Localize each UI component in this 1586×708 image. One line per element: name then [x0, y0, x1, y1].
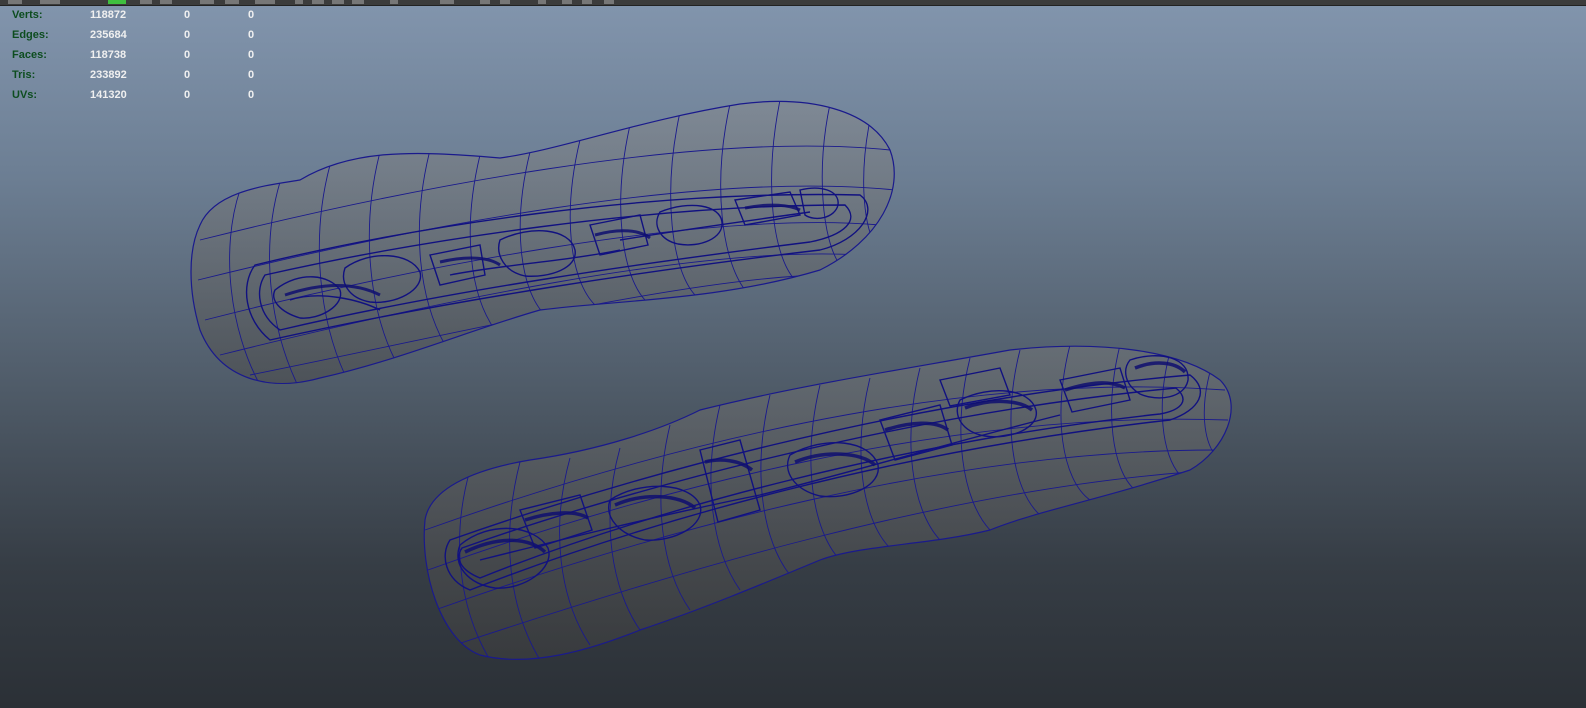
wireframe-mesh-upper[interactable] [190, 100, 895, 390]
hud-selected-value: 0 [184, 49, 191, 61]
hud-label: Edges: [12, 29, 49, 41]
hud-row-uvs: UVs: 141320 0 0 [12, 85, 272, 105]
hud-label: Faces: [12, 49, 47, 61]
hud-label: UVs: [12, 89, 38, 101]
hud-label: Tris: [12, 69, 36, 81]
hud-component-value: 0 [248, 69, 255, 81]
wireframe-mesh-lower[interactable] [423, 345, 1232, 661]
hud-component-value: 0 [248, 89, 255, 101]
hud-selected-value: 0 [184, 29, 191, 41]
hud-row-faces: Faces: 118738 0 0 [12, 45, 272, 65]
hud-total-value: 235684 [90, 29, 127, 41]
hud-component-value: 0 [248, 9, 255, 21]
hud-row-edges: Edges: 235684 0 0 [12, 25, 272, 45]
hud-row-verts: Verts: 118872 0 0 [12, 5, 272, 25]
hud-total-value: 233892 [90, 69, 127, 81]
viewport-scene[interactable] [0, 0, 1586, 708]
hud-selected-value: 0 [184, 69, 191, 81]
hud-total-value: 141320 [90, 89, 127, 101]
hud-total-value: 118738 [90, 49, 127, 61]
hud-row-tris: Tris: 233892 0 0 [12, 65, 272, 85]
hud-total-value: 118872 [90, 9, 127, 21]
heads-up-display: Verts: 118872 0 0 Edges: 235684 0 0 Face… [12, 5, 272, 105]
hud-selected-value: 0 [184, 9, 191, 21]
hud-component-value: 0 [248, 49, 255, 61]
hud-label: Verts: [12, 9, 43, 21]
hud-selected-value: 0 [184, 89, 191, 101]
hud-component-value: 0 [248, 29, 255, 41]
